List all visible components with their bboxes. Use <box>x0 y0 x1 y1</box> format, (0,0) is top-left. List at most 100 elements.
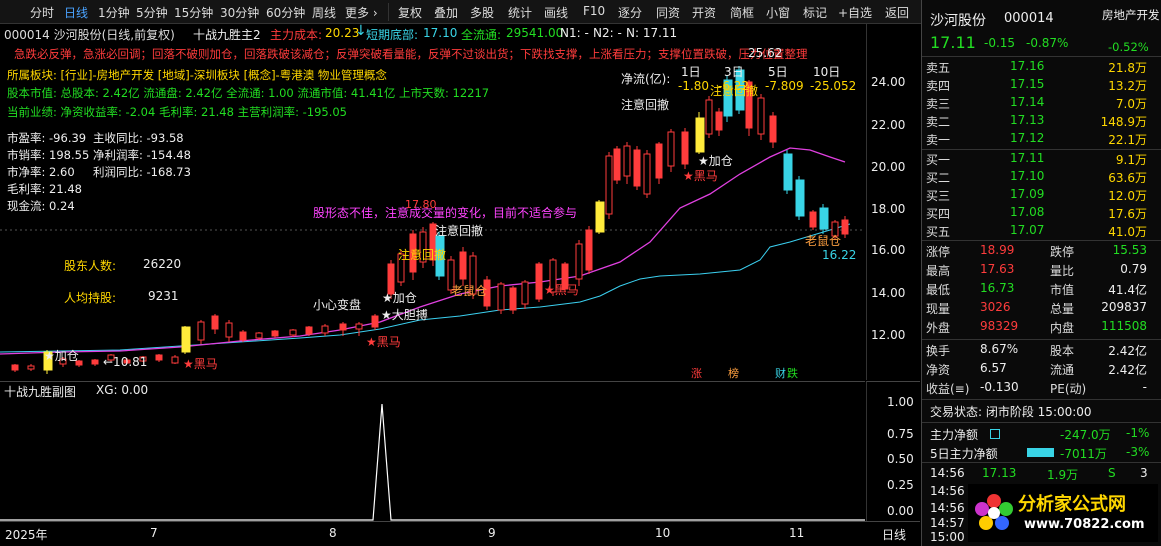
bids-price[interactable]: 17.08 <box>1010 205 1044 219</box>
tab-1min[interactable]: 1分钟 <box>98 4 130 21</box>
stats-cell: 最低 <box>926 283 951 297</box>
asks-price[interactable]: 17.13 <box>1010 113 1044 127</box>
bids-price[interactable]: 17.11 <box>1010 151 1044 165</box>
candle-body <box>809 211 817 228</box>
same-fund-button[interactable]: 同资 <box>656 4 680 21</box>
trade-status: 交易状态: 闭市阶段 15:00:00 <box>930 405 1092 419</box>
price-16-22: 16.22 <box>822 248 857 262</box>
candle-body <box>521 281 529 305</box>
fin-pe: 市盈率: -96.39 <box>7 131 87 145</box>
tab-daily[interactable]: 日线 <box>64 4 88 21</box>
n-value: N: 17.11 <box>626 26 678 40</box>
watermark-logo: 分析家公式网 www.70822.com <box>968 484 1158 542</box>
stats2-cell: 6.57 <box>980 361 1007 375</box>
stats2-cell: 8.67% <box>980 342 1019 356</box>
tab-15min[interactable]: 15分钟 <box>174 4 213 21</box>
stats-cell: 涨停 <box>926 245 951 259</box>
time-label: 10 <box>655 526 671 540</box>
bids-label: 买四 <box>926 207 951 221</box>
sector-text: 所属板块: [行业]-房地产开发 [地域]-深圳板块 [概念]-粤港澳 物业管理… <box>7 68 387 82</box>
stock-code: 000014 <box>1004 11 1054 26</box>
badge-rank[interactable]: 榜 <box>728 365 739 381</box>
f10-button[interactable]: F10 <box>583 4 605 18</box>
netflow-3d-label: 3日 <box>724 65 744 79</box>
bids-price[interactable]: 17.09 <box>1010 187 1044 201</box>
netflow-5d-value: -7.809 <box>765 79 804 93</box>
n1-value: N1: - <box>560 26 589 40</box>
statistics-button[interactable]: 统计 <box>508 4 532 21</box>
sector-tag[interactable]: 房地产开发 <box>1102 7 1160 23</box>
candle-body <box>339 323 347 331</box>
candle-body <box>197 321 205 341</box>
mark-button[interactable]: 标记 <box>803 4 827 21</box>
candle-body <box>605 155 613 215</box>
stats2-cell: 净资 <box>926 363 951 377</box>
price-axis: 24.00 22.00 20.00 18.00 16.00 14.00 12.0… <box>866 24 920 380</box>
bids-price[interactable]: 17.10 <box>1010 169 1044 183</box>
open-fund-button[interactable]: 开资 <box>692 4 716 21</box>
asks-label: 卖二 <box>926 115 951 129</box>
candle-body <box>271 330 279 337</box>
period-label[interactable]: 日线 <box>882 526 906 543</box>
badge-finance[interactable]: 财 <box>775 365 786 381</box>
tab-5min[interactable]: 5分钟 <box>136 4 168 21</box>
tick-side: S <box>1108 466 1116 480</box>
tab-more[interactable]: 更多 › <box>345 4 378 21</box>
tab-intraday[interactable]: 分时 <box>30 4 54 21</box>
main-chart[interactable]: 000014 沙河股份(日线,前复权) 十战九胜主2 主力成本: 20.23 ↓… <box>0 23 865 381</box>
bids-volume: 63.6万 <box>1108 171 1147 185</box>
simple-frame-button[interactable]: 简框 <box>730 4 754 21</box>
weak-notice: 股形态不佳，注意成交量的变化，目前不适合参与 <box>313 206 578 220</box>
stats-cell: 111508 <box>1101 319 1147 333</box>
restore-rights-button[interactable]: 复权 <box>398 4 422 21</box>
bids-label: 买五 <box>926 225 951 239</box>
multi-stock-button[interactable]: 多股 <box>470 4 494 21</box>
per-holder-value: 9231 <box>148 289 179 303</box>
candle-body <box>585 229 593 271</box>
tick-price: 17.13 <box>982 466 1017 480</box>
stats-cell: 41.4亿 <box>1108 283 1147 297</box>
holders-value: 26220 <box>143 257 182 271</box>
asks-price[interactable]: 17.16 <box>1010 59 1044 73</box>
ytick: 18.00 <box>871 202 906 216</box>
tick-time: 14:56 <box>930 466 965 480</box>
stats-cell: 16.73 <box>980 281 1015 295</box>
badge-fall[interactable]: 跌 <box>787 365 798 381</box>
tick-time: 14:56 <box>930 484 965 498</box>
tab-weekly[interactable]: 周线 <box>312 4 336 21</box>
per-holder-label: 人均持股: <box>64 291 117 305</box>
stats-cell: 3026 <box>980 300 1011 314</box>
netflow-1d-label: 1日 <box>681 65 701 79</box>
back-button[interactable]: 返回 <box>885 4 909 21</box>
candle-body <box>27 365 35 370</box>
badge-rise[interactable]: 涨 <box>691 365 702 381</box>
mini-window-button[interactable]: 小窗 <box>766 4 790 21</box>
asks-price[interactable]: 17.14 <box>1010 95 1044 109</box>
business-text: 当前业绩: 净资收益率: -2.04 毛利率: 21.48 主营利润率: -19… <box>7 105 347 119</box>
fin-ps: 市销率: 198.55 <box>7 148 90 162</box>
stats2-cell: 换手 <box>926 344 951 358</box>
candle-body <box>633 149 641 187</box>
watermark-url: www.70822.com <box>1024 517 1145 532</box>
bids-price[interactable]: 17.07 <box>1010 223 1044 237</box>
by-minute-button[interactable]: 逐分 <box>618 4 642 21</box>
tab-30min[interactable]: 30分钟 <box>220 4 259 21</box>
asks-price[interactable]: 17.15 <box>1010 77 1044 91</box>
fin-cash: 现金流: 0.24 <box>7 199 75 213</box>
price-change: -0.15 <box>984 36 1016 50</box>
indicator-name[interactable]: 十战九胜主2 <box>193 26 261 43</box>
add-watchlist-button[interactable]: +自选 <box>838 4 872 21</box>
draw-line-button[interactable]: 画线 <box>544 4 568 21</box>
netflow-10d-label: 10日 <box>813 65 841 79</box>
netflow-10d-value: -25.052 <box>810 79 857 93</box>
sub-chart[interactable]: 十战九胜副图 XG: 0.00 <box>0 381 865 521</box>
tick-count: 3 <box>1140 466 1148 480</box>
tick-time: 15:00 <box>930 530 965 544</box>
tab-60min[interactable]: 60分钟 <box>266 4 305 21</box>
overlay-button[interactable]: 叠加 <box>434 4 458 21</box>
last-price: 17.11 <box>930 33 976 52</box>
asks-price[interactable]: 17.12 <box>1010 131 1044 145</box>
asks-label: 卖四 <box>926 79 951 93</box>
netflow-5d-label: 5日 <box>768 65 788 79</box>
candle-body <box>239 331 247 341</box>
